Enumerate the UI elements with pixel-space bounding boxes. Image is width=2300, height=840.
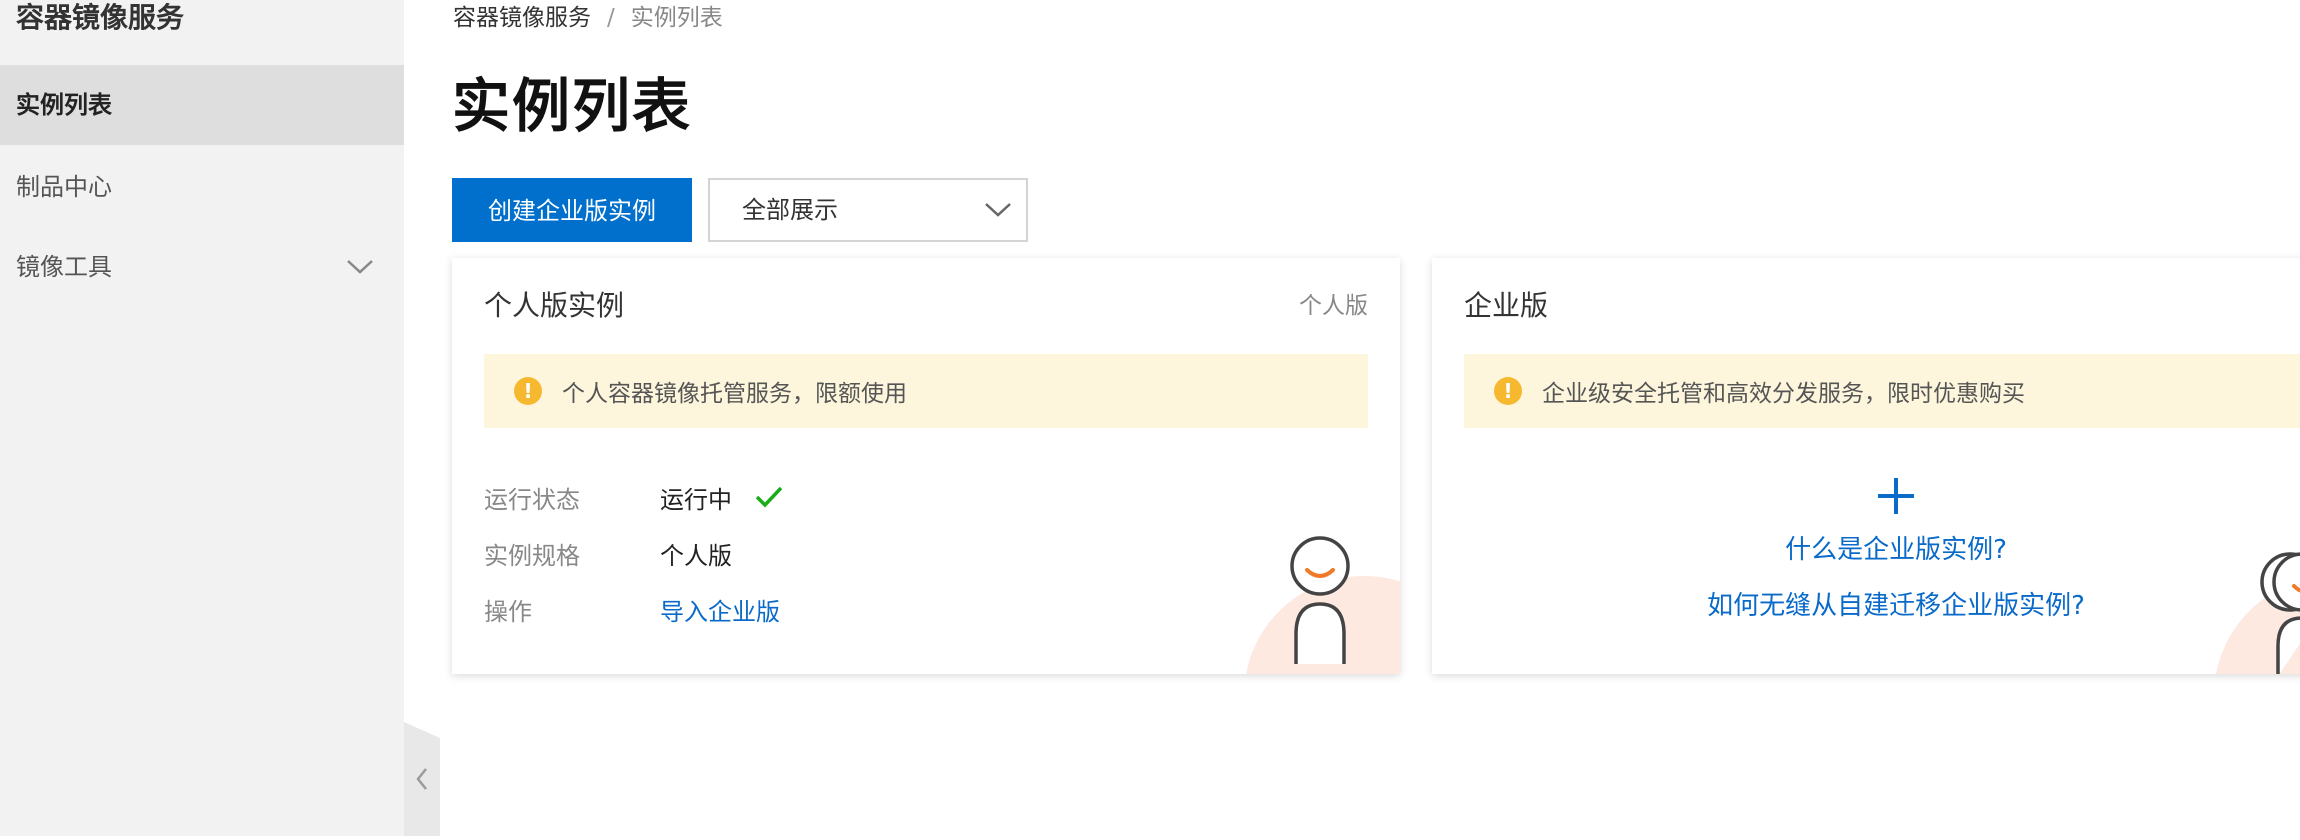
personal-instance-card: 个人版实例 个人版 ! 个人容器镜像托管服务，限额使用 运行状态 运行中 实例规格… bbox=[452, 258, 1400, 674]
sidebar-item-label: 镜像工具 bbox=[16, 253, 112, 281]
notice-banner: ! 个人容器镜像托管服务，限额使用 bbox=[484, 354, 1368, 428]
filter-select[interactable]: 全部展示 bbox=[708, 178, 1028, 242]
info-row-action: 操作 导入企业版 bbox=[484, 592, 780, 632]
breadcrumb-separator: / bbox=[607, 5, 615, 31]
sidebar-collapse-handle[interactable] bbox=[404, 722, 440, 836]
import-enterprise-link[interactable]: 导入企业版 bbox=[660, 592, 780, 632]
breadcrumb-item-service[interactable]: 容器镜像服务 bbox=[453, 5, 591, 31]
user-group-icon bbox=[2260, 552, 2300, 674]
chevron-down-icon bbox=[984, 180, 1012, 240]
notice-text: 企业级安全托管和高效分发服务，限时优惠购买 bbox=[1542, 381, 2025, 407]
filter-select-value: 全部展示 bbox=[742, 196, 838, 224]
notice-banner: ! 企业级安全托管和高效分发服务，限时优惠购买 bbox=[1464, 354, 2300, 428]
sidebar-item-label: 实例列表 bbox=[16, 91, 112, 119]
migrate-enterprise-link[interactable]: 如何无缝从自建迁移企业版实例? bbox=[1432, 588, 2300, 624]
status-value: 运行中 bbox=[660, 486, 732, 514]
chevron-down-icon[interactable] bbox=[346, 227, 374, 307]
create-enterprise-instance-button[interactable]: 创建企业版实例 bbox=[452, 178, 692, 242]
sidebar-item-label: 制品中心 bbox=[16, 173, 112, 201]
card-title: 企业版 bbox=[1464, 289, 1549, 322]
page-title: 实例列表 bbox=[452, 72, 693, 140]
edition-tag: 个人版 bbox=[1299, 293, 1368, 319]
warning-icon: ! bbox=[1494, 377, 1522, 405]
breadcrumb: 容器镜像服务 / 实例列表 bbox=[453, 0, 723, 36]
what-is-enterprise-link[interactable]: 什么是企业版实例? bbox=[1432, 532, 2300, 568]
info-label: 操作 bbox=[484, 598, 532, 626]
card-title: 个人版实例 bbox=[484, 289, 625, 322]
info-label: 实例规格 bbox=[484, 542, 580, 570]
check-icon bbox=[754, 481, 784, 521]
sidebar-item-artifact-center[interactable]: 制品中心 bbox=[0, 147, 404, 227]
warning-icon: ! bbox=[514, 377, 542, 405]
enterprise-card: 企业版 ! 企业级安全托管和高效分发服务，限时优惠购买 什么是企业版实例? 如何… bbox=[1432, 258, 2300, 674]
sidebar-title: 容器镜像服务 bbox=[16, 1, 185, 34]
user-avatar-icon bbox=[1290, 536, 1350, 664]
sidebar-item-instance-list[interactable]: 实例列表 bbox=[0, 65, 404, 145]
sidebar-item-image-tools[interactable]: 镜像工具 bbox=[0, 227, 404, 307]
info-row-status: 运行状态 运行中 bbox=[484, 480, 784, 520]
plus-icon[interactable] bbox=[1876, 476, 1916, 516]
sidebar: 容器镜像服务 实例列表 制品中心 镜像工具 bbox=[0, 0, 404, 836]
info-label: 运行状态 bbox=[484, 486, 580, 514]
spec-value: 个人版 bbox=[660, 542, 732, 570]
info-row-spec: 实例规格 个人版 bbox=[484, 536, 732, 576]
breadcrumb-item-current: 实例列表 bbox=[630, 5, 723, 31]
notice-text: 个人容器镜像托管服务，限额使用 bbox=[562, 381, 907, 407]
